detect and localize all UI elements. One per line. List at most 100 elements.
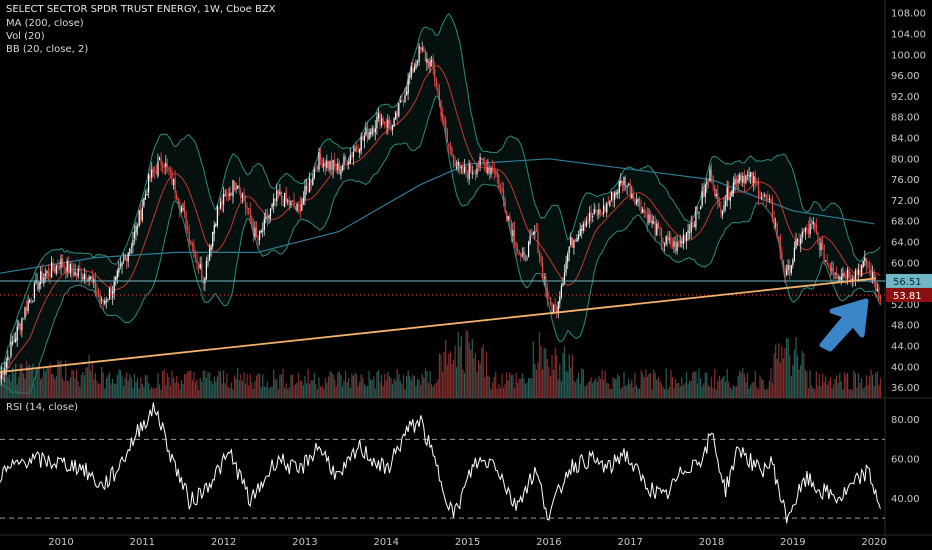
candle-body bbox=[155, 170, 157, 175]
candle-body bbox=[252, 225, 254, 236]
volume-bar bbox=[155, 387, 157, 398]
candle-body bbox=[570, 237, 572, 246]
volume-bar bbox=[568, 354, 570, 398]
volume-bar bbox=[732, 385, 734, 398]
volume-bar bbox=[169, 385, 172, 398]
candle-body bbox=[754, 176, 756, 182]
rsi-tick-label: 80.00 bbox=[891, 415, 920, 426]
candle-body bbox=[812, 221, 814, 225]
candle-body bbox=[818, 238, 820, 251]
volume-bar bbox=[274, 378, 276, 398]
candle-body bbox=[477, 167, 480, 169]
volume-bar bbox=[36, 368, 39, 398]
candle-body bbox=[201, 262, 203, 280]
candle-body bbox=[54, 268, 56, 272]
candle-body bbox=[710, 170, 713, 176]
volume-bar bbox=[257, 373, 259, 398]
candle-body bbox=[130, 246, 132, 248]
volume-bar bbox=[22, 373, 25, 398]
volume-bar bbox=[391, 383, 394, 398]
candle-body bbox=[847, 270, 849, 278]
volume-bar bbox=[818, 374, 820, 398]
candle-body bbox=[487, 167, 489, 174]
volume-bar bbox=[865, 375, 867, 398]
candle-body bbox=[290, 201, 292, 205]
candle-body bbox=[837, 277, 839, 279]
volume-bar bbox=[578, 372, 580, 398]
volume-bar bbox=[796, 355, 799, 398]
candle-body bbox=[499, 186, 501, 188]
volume-bar bbox=[615, 379, 617, 398]
candle-body bbox=[127, 253, 129, 262]
candle-body bbox=[115, 276, 117, 281]
candle-body bbox=[379, 114, 381, 125]
candle-body bbox=[796, 239, 799, 241]
candle-body bbox=[631, 194, 633, 199]
candle-body bbox=[732, 182, 734, 193]
volume-bar bbox=[767, 388, 769, 398]
candle-body bbox=[402, 100, 405, 102]
volume-bar bbox=[720, 379, 722, 398]
candle-body bbox=[684, 235, 686, 241]
candle-body bbox=[520, 254, 522, 257]
candle-body bbox=[354, 148, 356, 151]
volume-bar bbox=[460, 336, 462, 398]
candle-body bbox=[870, 268, 872, 280]
candle-body bbox=[814, 223, 816, 227]
candle-body bbox=[820, 242, 822, 251]
candle-body bbox=[66, 261, 68, 272]
volume-bar bbox=[263, 386, 265, 398]
volume-bar bbox=[420, 385, 422, 398]
volume-bar bbox=[546, 358, 548, 398]
candle-body bbox=[725, 200, 727, 207]
candle-body bbox=[737, 179, 739, 183]
volume-bar bbox=[718, 375, 720, 398]
candle-body bbox=[174, 177, 176, 193]
candle-body bbox=[761, 196, 763, 198]
volume-bar bbox=[646, 376, 648, 398]
candle-body bbox=[759, 197, 761, 199]
candle-body bbox=[57, 265, 59, 268]
candle-body bbox=[188, 231, 190, 242]
volume-bar bbox=[351, 373, 353, 398]
volume-bar bbox=[402, 374, 405, 398]
volume-bar bbox=[58, 362, 60, 398]
volume-bar bbox=[448, 353, 450, 398]
volume-bar bbox=[717, 380, 719, 398]
candle-body bbox=[504, 198, 506, 212]
candle-body bbox=[254, 227, 256, 237]
volume-bar bbox=[384, 373, 386, 398]
candle-body bbox=[656, 223, 658, 235]
price-chart[interactable]: 108.00 104.00 100.00 96.00 92.00 88.00 84.00 80… bbox=[0, 0, 932, 550]
candle-body bbox=[589, 212, 591, 222]
volume-bar bbox=[517, 382, 519, 398]
candle-body bbox=[698, 211, 700, 213]
volume-bar bbox=[429, 371, 431, 398]
volume-bar bbox=[241, 380, 243, 398]
volume-bar bbox=[182, 383, 184, 398]
candle-body bbox=[800, 238, 802, 245]
volume-bar bbox=[440, 354, 442, 398]
candle-body bbox=[454, 162, 456, 167]
candle-body bbox=[5, 361, 7, 368]
volume-bar bbox=[298, 373, 300, 398]
candle-body bbox=[11, 342, 14, 344]
candle-body bbox=[623, 176, 625, 186]
candle-body bbox=[768, 198, 770, 200]
candle-body bbox=[385, 121, 387, 127]
candle-body bbox=[753, 176, 755, 184]
price-tick-label: 36.00 bbox=[891, 383, 920, 394]
volume-bar bbox=[107, 375, 109, 398]
volume-bar bbox=[725, 381, 727, 398]
volume-bar bbox=[800, 365, 802, 398]
price-tick-label: 80.00 bbox=[891, 154, 920, 165]
candle-body bbox=[382, 118, 384, 124]
volume-bar bbox=[545, 348, 547, 398]
volume-bar bbox=[751, 382, 753, 398]
volume-bar bbox=[879, 377, 881, 398]
candle-body bbox=[113, 281, 115, 293]
candle-body bbox=[388, 118, 390, 125]
candle-body bbox=[463, 166, 466, 173]
candle-body bbox=[427, 59, 430, 69]
volume-bar bbox=[589, 381, 591, 398]
